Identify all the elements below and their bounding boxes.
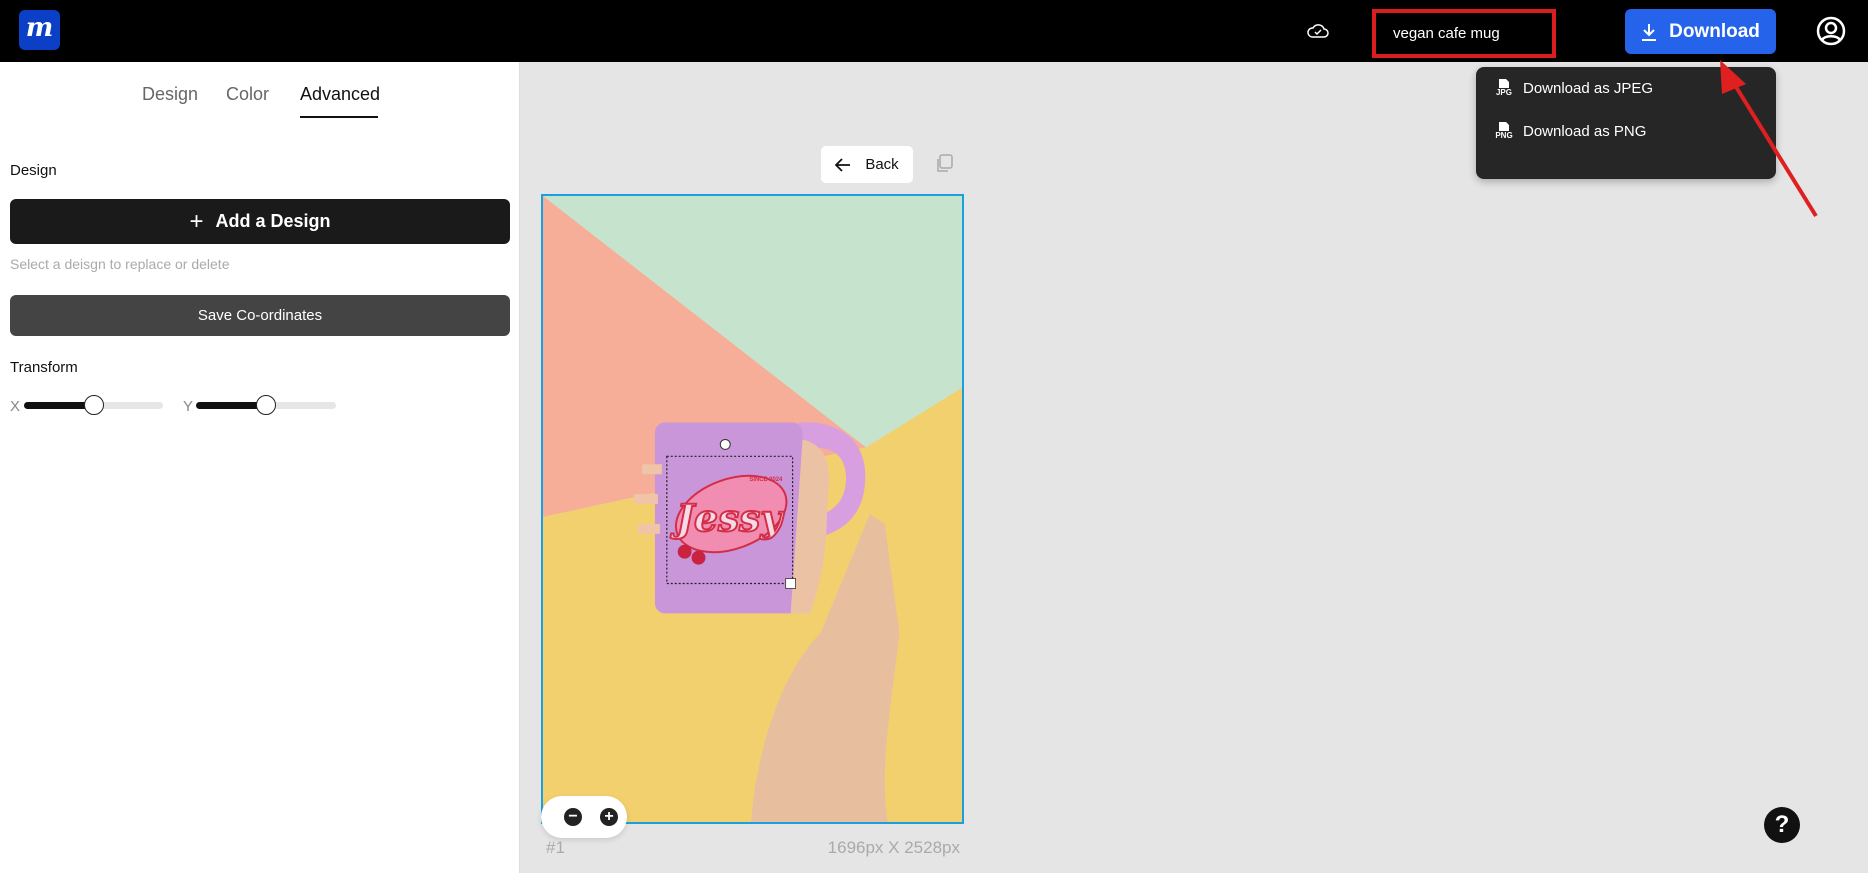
jpg-file-icon: JPG: [1494, 79, 1514, 97]
sidebar: Design Color Advanced Design + Add a Des…: [0, 62, 520, 873]
add-design-button[interactable]: + Add a Design: [10, 199, 510, 244]
zoom-out-button[interactable]: −: [564, 808, 582, 826]
download-label: Download: [1669, 20, 1760, 42]
user-circle-icon[interactable]: [1816, 16, 1846, 46]
plus-icon: +: [189, 207, 204, 235]
back-button[interactable]: Back: [821, 146, 913, 183]
top-bar: m vegan cafe mug Download: [0, 0, 1868, 62]
project-name-input[interactable]: vegan cafe mug: [1372, 9, 1556, 58]
tab-design[interactable]: Design: [142, 84, 198, 105]
tab-color[interactable]: Color: [226, 84, 269, 105]
back-label: Back: [865, 156, 899, 173]
mockup-image: Jessy SINCE 2024: [543, 196, 962, 822]
menu-item-label: Download as PNG: [1523, 122, 1647, 140]
menu-item-download-png[interactable]: PNG Download as PNG: [1494, 116, 1646, 146]
app-logo[interactable]: m: [19, 10, 60, 50]
png-icon-text: PNG: [1495, 131, 1513, 140]
x-slider-handle[interactable]: [83, 395, 104, 415]
design-section-label: Design: [10, 162, 57, 179]
y-slider-handle[interactable]: [256, 395, 276, 415]
y-slider[interactable]: [196, 395, 336, 415]
png-file-icon: PNG: [1494, 122, 1514, 140]
download-menu: JPG Download as JPEG PNG Download as PNG: [1476, 67, 1776, 179]
page-number: #1: [546, 838, 565, 857]
design-hint: Select a deisgn to replace or delete: [10, 256, 230, 272]
zoom-controls: − +: [541, 796, 627, 838]
zoom-in-button[interactable]: +: [600, 808, 618, 826]
artwork-main-text: Jessy: [670, 496, 785, 540]
menu-item-download-jpeg[interactable]: JPG Download as JPEG: [1494, 73, 1653, 103]
arrow-left-icon: [835, 157, 851, 172]
transform-label: Transform: [10, 359, 78, 376]
tab-advanced[interactable]: Advanced: [300, 84, 380, 105]
active-tab-indicator: [300, 116, 378, 118]
menu-item-label: Download as JPEG: [1523, 79, 1654, 97]
x-slider-label: X: [10, 398, 21, 415]
download-icon: [1642, 23, 1657, 41]
canvas-dimensions: 1696px X 2528px: [827, 838, 960, 857]
add-design-label: Add a Design: [215, 211, 331, 231]
save-coordinates-button[interactable]: Save Co-ordinates: [10, 295, 510, 336]
x-slider[interactable]: [24, 395, 163, 415]
help-button[interactable]: ?: [1764, 807, 1800, 843]
jpg-icon-text: JPG: [1495, 88, 1512, 97]
artwork-sub-text: SINCE 2024: [749, 477, 783, 483]
download-button[interactable]: Download: [1625, 9, 1776, 54]
cloud-check-icon: [1307, 24, 1329, 38]
y-slider-label: Y: [183, 398, 194, 415]
copy-icon[interactable]: [935, 154, 953, 174]
mockup-canvas[interactable]: Jessy SINCE 2024: [541, 194, 964, 824]
